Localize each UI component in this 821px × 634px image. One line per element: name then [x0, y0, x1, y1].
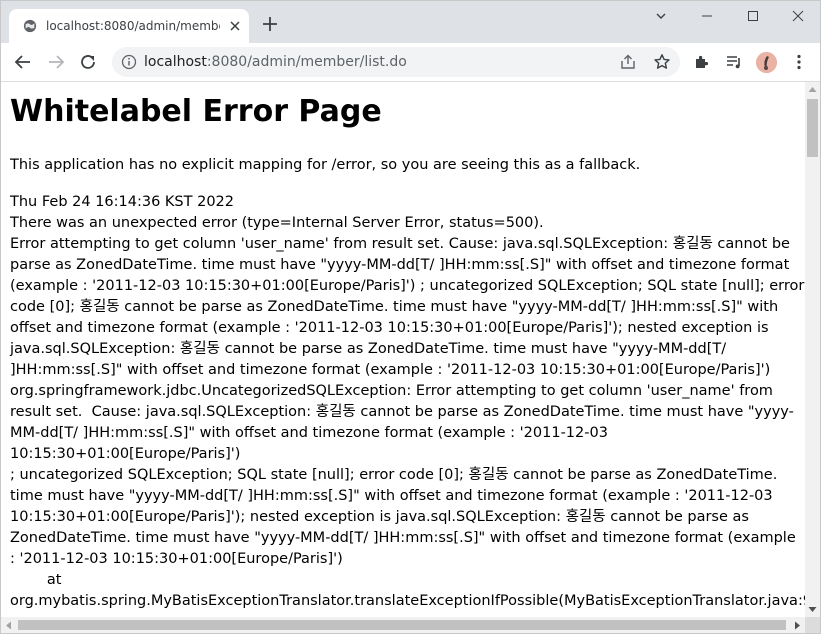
error-line: 10:15:30+01:00[Europe/Paris]'): [10, 446, 241, 462]
error-line: 10:15:30+01:00[Europe/Paris]'); nested e…: [10, 509, 749, 525]
error-line: result set. Cause: java.sql.SQLException…: [10, 404, 794, 420]
scroll-down-icon[interactable]: [808, 606, 817, 613]
tab-search-button[interactable]: [638, 1, 684, 31]
maximize-button[interactable]: [730, 1, 776, 31]
share-icon[interactable]: [620, 54, 636, 70]
extensions-button[interactable]: [691, 51, 713, 73]
scroll-right-icon[interactable]: [794, 621, 801, 630]
browser-window: localhost:8080/admin/member/l localhost:…: [0, 0, 821, 634]
error-line: Thu Feb 24 16:14:36 KST 2022: [10, 194, 234, 210]
scrollbar-corner: [805, 617, 820, 633]
error-line: ZonedDateTime. time must have "yyyy-MM-d…: [10, 530, 796, 546]
info-icon[interactable]: [121, 54, 137, 70]
new-tab-icon[interactable]: [260, 14, 280, 34]
error-line: (example : '2011-12-03 10:15:30+01:00[Eu…: [10, 278, 805, 294]
error-line: time must have "yyyy-MM-dd[T/ ]HH:mm:ss[…: [10, 488, 773, 504]
url-text[interactable]: localhost:8080/admin/member/list.do: [144, 53, 407, 71]
globe-icon: [23, 19, 37, 33]
browser-menu-button[interactable]: [788, 51, 810, 73]
error-line: There was an unexpected error (type=Inte…: [10, 215, 544, 231]
error-line: code [0]; 홍길동 cannot be parse as ZonedDa…: [10, 299, 779, 315]
url-host: localhost: [144, 54, 207, 70]
error-line: parse as ZonedDateTime. time must have "…: [10, 257, 790, 273]
page-title: Whitelabel Error Page: [10, 94, 382, 129]
more-vertical-icon: [797, 54, 801, 70]
tab-title: localhost:8080/admin/member/l: [46, 19, 220, 33]
maximize-icon: [748, 11, 758, 21]
fallback-message: This application has no explicit mapping…: [10, 157, 641, 173]
tab-strip: localhost:8080/admin/member/l: [1, 1, 820, 43]
error-line: org.springframework.jdbc.UncategorizedSQ…: [10, 383, 773, 399]
playlist-icon: [727, 56, 740, 69]
error-line: : '2011-12-03 10:15:30+01:00[Europe/Pari…: [10, 551, 343, 567]
error-line: ]HH:mm:ss[.S]" with offset and timezone …: [10, 362, 771, 378]
url-path: :8080/admin/member/list.do: [206, 54, 407, 70]
vertical-scrollbar-thumb[interactable]: [807, 99, 818, 157]
reload-button[interactable]: [77, 51, 99, 73]
back-button[interactable]: [12, 51, 34, 73]
bookmark-star-icon[interactable]: [653, 53, 671, 71]
scroll-left-icon[interactable]: [5, 621, 12, 630]
error-line: org.mybatis.spring.MyBatisExceptionTrans…: [10, 593, 805, 609]
minimize-button[interactable]: [684, 1, 730, 31]
error-line: Error attempting to get column 'user_nam…: [10, 236, 790, 252]
address-bar[interactable]: localhost:8080/admin/member/list.do: [112, 47, 680, 77]
close-icon: [792, 10, 804, 22]
browser-toolbar: localhost:8080/admin/member/list.do: [1, 43, 820, 82]
media-queue-button[interactable]: [723, 51, 745, 73]
error-details: Thu Feb 24 16:14:36 KST 2022 There was an…: [10, 192, 805, 612]
error-line: ; uncategorized SQLException; SQL state …: [10, 467, 778, 483]
close-tab-icon[interactable]: [227, 18, 243, 34]
arrow-right-icon: [49, 55, 65, 69]
error-line: java.sql.SQLException: 홍길동 cannot be par…: [10, 341, 727, 357]
puzzle-icon: [696, 55, 709, 68]
horizontal-scrollbar-thumb[interactable]: [18, 620, 786, 630]
profile-avatar[interactable]: [756, 52, 777, 73]
chevron-down-icon: [656, 13, 666, 19]
forward-button[interactable]: [45, 51, 67, 73]
error-line: offset and timezone format (example : '2…: [10, 320, 769, 336]
close-window-button[interactable]: [775, 1, 820, 31]
horizontal-scrollbar[interactable]: [1, 617, 805, 633]
avatar-image: [756, 52, 777, 73]
browser-tab[interactable]: localhost:8080/admin/member/l: [9, 9, 249, 43]
minimize-icon: [702, 15, 712, 17]
arrow-left-icon: [14, 55, 30, 69]
reload-icon: [81, 55, 95, 69]
page-viewport: Whitelabel Error Page This application h…: [1, 82, 805, 617]
error-line: MM-dd[T/ ]HH:mm:ss[.S]" with offset and …: [10, 425, 608, 441]
error-line: at: [10, 572, 62, 588]
vertical-scrollbar[interactable]: [805, 82, 820, 617]
scroll-up-icon[interactable]: [808, 86, 817, 93]
